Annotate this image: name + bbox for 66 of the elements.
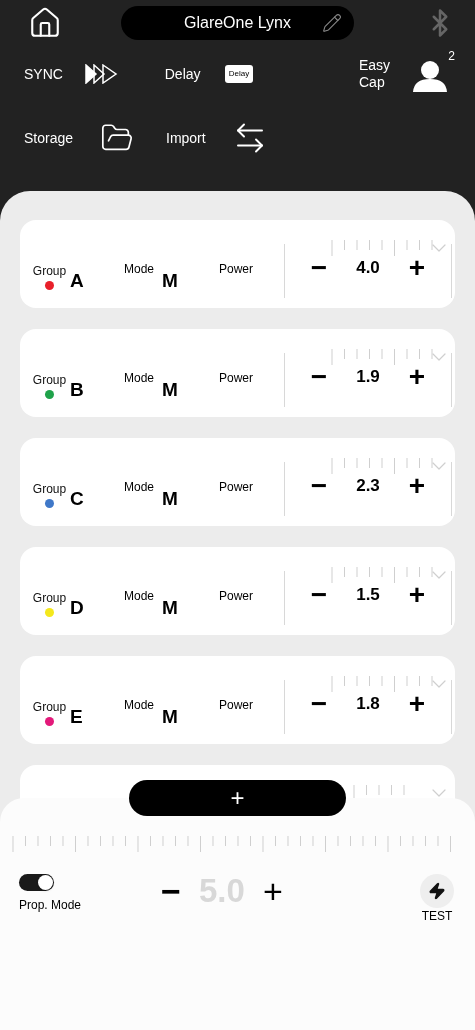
test-label: TEST xyxy=(421,908,453,925)
power-label: Power xyxy=(219,698,254,712)
prop-mode-toggle[interactable] xyxy=(19,874,54,891)
mode-letter: M xyxy=(162,488,179,510)
increase-button[interactable]: + xyxy=(383,472,451,500)
mode-label: Mode xyxy=(124,589,156,603)
mode-label: Mode xyxy=(124,262,156,276)
increase-button[interactable]: + xyxy=(383,363,451,391)
increase-button[interactable]: + xyxy=(383,254,451,282)
increase-button[interactable]: + xyxy=(383,581,451,609)
add-group-button[interactable]: + xyxy=(129,780,346,816)
mode-letter: M xyxy=(162,270,179,292)
mode-label: Mode xyxy=(124,698,156,712)
increase-button[interactable]: + xyxy=(383,690,451,718)
power-value: 1.8 xyxy=(355,693,381,716)
action-label: Storage xyxy=(24,129,75,147)
group-label: Group xyxy=(32,700,67,714)
decrease-button[interactable]: − xyxy=(159,872,183,910)
group-label: Group xyxy=(32,482,67,496)
count-superscript: 2 xyxy=(448,49,455,63)
power-value: 1.9 xyxy=(355,366,381,389)
group-card[interactable]: Group B Mode M Power − 1.9 + xyxy=(20,329,455,417)
group-letter: B xyxy=(70,379,85,401)
group-letter: E xyxy=(70,706,84,728)
pencil-icon[interactable] xyxy=(322,13,342,33)
mode-letter: M xyxy=(162,706,179,728)
group-card[interactable]: Group C Mode M Power − 2.3 + xyxy=(20,438,455,526)
fast-forward-icon[interactable] xyxy=(85,64,118,84)
decrease-button[interactable]: − xyxy=(285,363,353,391)
power-label: Power xyxy=(219,371,254,385)
power-value: 4.0 xyxy=(355,257,381,280)
group-letter: A xyxy=(70,270,85,292)
decrease-button[interactable]: − xyxy=(285,472,353,500)
increase-button[interactable]: + xyxy=(260,872,285,910)
test-flash-button[interactable] xyxy=(420,874,454,908)
action-label: Easy Cap xyxy=(359,57,392,91)
power-value: 1.5 xyxy=(355,584,381,607)
power-label: Power xyxy=(219,262,254,276)
group-label: Group xyxy=(32,264,67,278)
device-name-field[interactable]: GlareOne Lynx xyxy=(121,6,354,40)
device-name: GlareOne Lynx xyxy=(184,13,291,33)
decrease-button[interactable]: − xyxy=(285,254,353,282)
prop-mode-label: Prop. Mode xyxy=(19,897,82,914)
delay-badge[interactable]: Delay xyxy=(224,65,254,83)
action-label: Import xyxy=(166,129,207,147)
mode-label: Mode xyxy=(124,480,156,494)
mode-label: Mode xyxy=(124,371,156,385)
group-card[interactable]: Group E Mode M Power − 1.8 + xyxy=(20,656,455,744)
decrease-button[interactable]: − xyxy=(285,690,353,718)
action-label: SYNC xyxy=(24,65,64,83)
home-icon[interactable] xyxy=(28,6,62,40)
power-value: 2.3 xyxy=(355,475,381,498)
group-card[interactable]: Group A Mode M Power − 4.0 + xyxy=(20,220,455,308)
group-card[interactable]: Group D Mode M Power − 1.5 + xyxy=(20,547,455,635)
power-label: Power xyxy=(219,480,254,494)
mode-letter: M xyxy=(162,597,179,619)
group-letter: D xyxy=(70,597,85,619)
decrease-button[interactable]: − xyxy=(285,581,353,609)
power-label: Power xyxy=(219,589,254,603)
mode-letter: M xyxy=(162,379,179,401)
group-label: Group xyxy=(32,373,67,387)
group-letter: C xyxy=(70,488,85,510)
action-label: Delay xyxy=(164,65,202,83)
person-icon[interactable] xyxy=(413,60,447,92)
lightning-icon xyxy=(428,882,446,900)
group-label: Group xyxy=(32,591,67,605)
